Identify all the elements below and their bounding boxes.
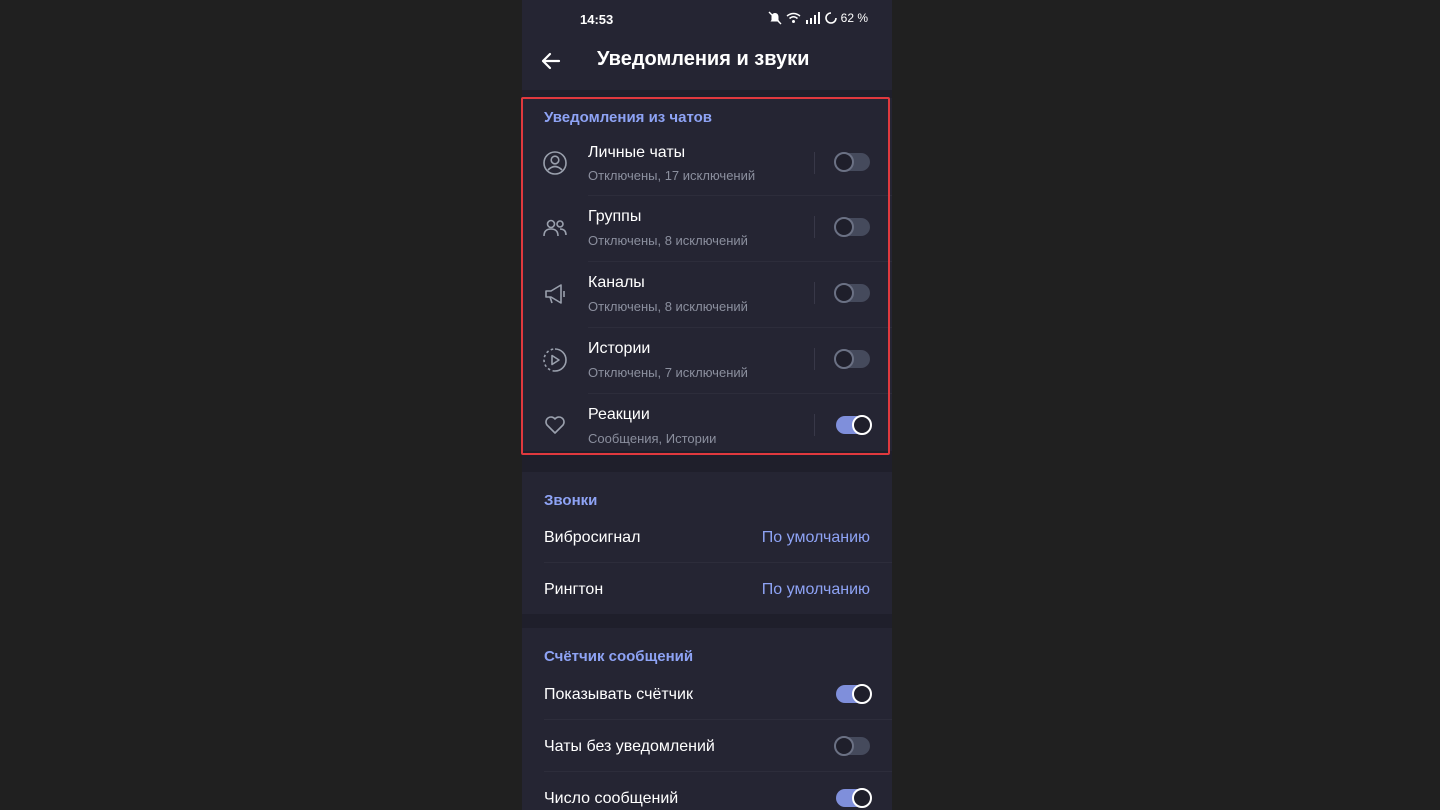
item-label: Рингтон xyxy=(544,581,604,598)
message-count-toggle[interactable] xyxy=(836,788,872,808)
arrow-left-icon[interactable] xyxy=(538,48,564,74)
wifi-icon xyxy=(786,12,801,23)
divider xyxy=(814,414,815,436)
divider xyxy=(814,348,815,370)
channels-toggle[interactable] xyxy=(834,283,870,303)
status-icons: 62 % xyxy=(768,11,868,25)
list-item-ringtone[interactable]: Рингтон По умолчанию xyxy=(522,563,892,614)
muted-chats-toggle[interactable] xyxy=(834,736,870,756)
list-item-reactions[interactable]: Реакции Сообщения, Истории xyxy=(522,394,892,451)
battery-saver-icon xyxy=(824,12,837,24)
list-item-vibration[interactable]: Вибросигнал По умолчанию xyxy=(522,512,892,563)
status-time: 14:53 xyxy=(580,12,614,27)
signal-icon xyxy=(805,12,820,24)
calls-section: Звонки Вибросигнал По умолчанию Рингтон … xyxy=(522,472,892,614)
battery-level: 62 % xyxy=(840,11,868,25)
list-item-channels[interactable]: Каналы Отключены, 8 исключений xyxy=(522,262,892,328)
app-bar: Уведомления и звуки xyxy=(522,40,892,90)
stories-icon xyxy=(543,348,567,372)
list-item-show-counter[interactable]: Показывать счётчик xyxy=(522,668,892,720)
section-title: Уведомления из чатов xyxy=(544,109,713,126)
megaphone-icon xyxy=(545,284,565,304)
item-subtitle: Сообщения, Истории xyxy=(588,431,717,446)
status-bar: 14:53 62 % xyxy=(522,0,892,40)
section-title: Счётчик сообщений xyxy=(544,648,694,665)
item-subtitle: Отключены, 8 исключений xyxy=(588,299,748,314)
item-subtitle: Отключены, 17 исключений xyxy=(588,168,756,183)
chat-notifications-section: Уведомления из чатов Личные чаты Отключе… xyxy=(522,98,892,451)
list-item-private-chats[interactable]: Личные чаты Отключены, 17 исключений xyxy=(522,136,892,196)
item-label: Группы xyxy=(588,208,642,225)
list-item-stories[interactable]: Истории Отключены, 7 исключений xyxy=(522,328,892,394)
divider xyxy=(814,216,815,238)
item-value: По умолчанию xyxy=(761,581,870,598)
list-item-message-count[interactable]: Число сообщений xyxy=(522,772,892,810)
item-label: Вибросигнал xyxy=(544,529,641,546)
list-item-groups[interactable]: Группы Отключены, 8 исключений xyxy=(522,196,892,262)
divider xyxy=(814,282,815,304)
show-counter-toggle[interactable] xyxy=(836,684,872,704)
item-label: Личные чаты xyxy=(588,144,686,161)
phone-screen: 14:53 62 % Уведомления и звуки Уведомлен… xyxy=(522,0,892,810)
divider xyxy=(814,152,815,174)
item-label: Число сообщений xyxy=(544,790,679,807)
item-label: Чаты без уведомлений xyxy=(544,738,715,755)
item-subtitle: Отключены, 8 исключений xyxy=(588,233,748,248)
item-label: Каналы xyxy=(588,274,645,291)
item-label: Показывать счётчик xyxy=(544,686,693,703)
item-label: Истории xyxy=(588,340,651,357)
section-title: Звонки xyxy=(544,492,598,509)
group-icon xyxy=(543,219,567,237)
stories-toggle[interactable] xyxy=(834,349,870,369)
item-value: По умолчанию xyxy=(761,529,870,546)
person-icon xyxy=(543,151,567,175)
groups-toggle[interactable] xyxy=(834,217,870,237)
mute-icon xyxy=(768,11,782,25)
reactions-toggle[interactable] xyxy=(836,415,872,435)
item-label: Реакции xyxy=(588,406,650,423)
badge-counter-section: Счётчик сообщений Показывать счётчик Чат… xyxy=(522,628,892,810)
list-item-muted-chats[interactable]: Чаты без уведомлений xyxy=(522,720,892,772)
private-chats-toggle[interactable] xyxy=(834,152,870,172)
item-subtitle: Отключены, 7 исключений xyxy=(588,365,748,380)
heart-icon xyxy=(545,416,565,434)
page-title: Уведомления и звуки xyxy=(597,48,810,70)
